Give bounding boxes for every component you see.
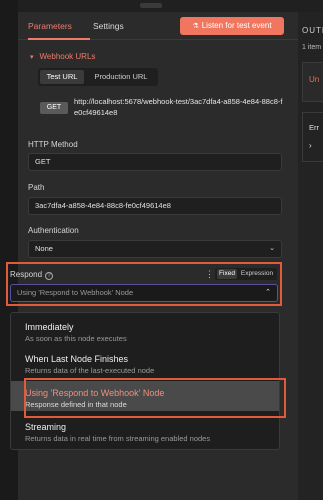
output-panel: OUTPUT 1 item Un Err › (298, 12, 323, 500)
path-label: Path (28, 183, 45, 192)
tab-parameters[interactable]: Parameters (28, 21, 72, 31)
selected-option-highlight (24, 378, 286, 418)
authentication-select[interactable]: None ⌄ (28, 240, 282, 258)
active-tab-indicator (28, 38, 90, 40)
webhook-urls-heading: Webhook URLs (39, 52, 96, 61)
output-title: OUTPUT (302, 26, 323, 35)
test-url-button[interactable]: Test URL (40, 70, 84, 84)
output-item-count: 1 item (302, 44, 322, 51)
webhook-urls-toggle[interactable]: ▾ Webhook URLs (30, 52, 95, 61)
http-method-label: HTTP Method (28, 140, 78, 149)
tab-settings[interactable]: Settings (93, 21, 124, 31)
option-when-last-node-finishes[interactable]: When Last Node Finishes Returns data of … (11, 347, 279, 377)
error-card-title: Err (309, 123, 319, 132)
respond-select-value: Using 'Respond to Webhook' Node (17, 288, 134, 297)
flask-icon: ⚗ (192, 23, 199, 30)
option-description: Returns data in real time from streaming… (25, 434, 211, 443)
expression-mode-button[interactable]: Expression (238, 269, 276, 279)
chevron-up-icon: ⌃ (265, 289, 271, 296)
output-card-text: Un (309, 75, 320, 84)
option-streaming[interactable]: Streaming Returns data in real time from… (11, 415, 279, 445)
option-description: Returns data of the last-executed node (25, 366, 155, 375)
output-card: Un (302, 62, 323, 102)
panel-tabs: Parameters Settings ⚗ Listen for test eve… (18, 12, 298, 40)
respond-label-text: Respond (10, 270, 43, 279)
option-title: When Last Node Finishes (25, 354, 129, 364)
listen-for-test-event-button[interactable]: ⚗ Listen for test event (180, 17, 284, 35)
authentication-label: Authentication (28, 226, 79, 235)
option-immediately[interactable]: Immediately As soon as this node execute… (11, 315, 279, 345)
respond-select[interactable]: Using 'Respond to Webhook' Node ⌃ (10, 284, 278, 302)
http-method-value: GET (35, 157, 51, 166)
method-badge: GET (40, 102, 68, 114)
option-title: Streaming (25, 422, 67, 432)
respond-label: Respond? (10, 270, 54, 280)
chevron-down-icon: ▾ (30, 54, 34, 61)
chevron-down-icon: ⌄ (269, 245, 275, 252)
webhook-url[interactable]: http://localhost:5678/webhook-test/3ac7d… (74, 96, 286, 118)
drag-handle[interactable] (140, 3, 162, 8)
fixed-expression-toggle: Fixed Expression (215, 268, 277, 280)
option-description: As soon as this node executes (25, 334, 127, 343)
production-url-button[interactable]: Production URL (86, 70, 156, 84)
more-options-icon[interactable]: ⋮ (205, 269, 214, 280)
listen-button-label: Listen for test event (201, 21, 272, 30)
http-method-select[interactable]: GET (28, 153, 282, 171)
chevron-right-icon[interactable]: › (309, 141, 312, 150)
option-title: Immediately (25, 322, 74, 332)
path-input[interactable]: 3ac7dfa4-a858-4e84-88c8-fe0cf49614e8 (28, 197, 282, 215)
error-card: Err › (302, 112, 323, 162)
help-icon[interactable]: ? (45, 272, 54, 280)
fixed-mode-button[interactable]: Fixed (217, 269, 237, 279)
authentication-value: None (35, 244, 53, 253)
url-type-toggle: Test URL Production URL (38, 68, 158, 86)
path-value: 3ac7dfa4-a858-4e84-88c8-fe0cf49614e8 (35, 201, 171, 210)
